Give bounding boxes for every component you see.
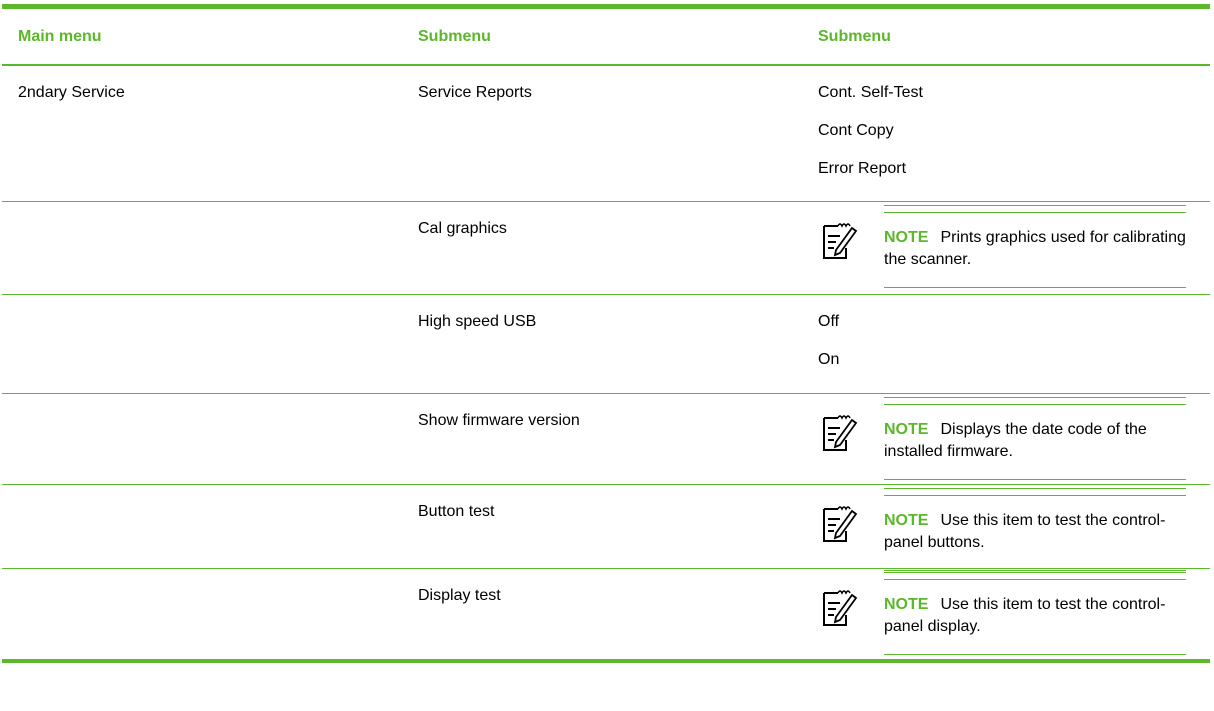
option-item: Cont. Self-Test bbox=[818, 84, 923, 101]
note-label: NOTE bbox=[884, 596, 929, 613]
bottom-rule bbox=[2, 659, 1210, 663]
note-pencil-icon bbox=[823, 415, 858, 451]
main-menu-cell: 2ndary Service bbox=[18, 84, 125, 101]
note-cell: NOTE Use this item to test the control-pa… bbox=[802, 569, 1210, 659]
option-item: Off bbox=[818, 313, 840, 330]
note-label: NOTE bbox=[884, 421, 929, 438]
submenu-cell: Show firmware version bbox=[418, 412, 580, 429]
menu-table: Main menu Submenu Submenu 2ndary Service… bbox=[2, 4, 1210, 663]
main-menu-cell bbox=[2, 485, 402, 568]
header-submenu: Submenu bbox=[418, 27, 491, 45]
note: NOTE Use this item to test the control-pa… bbox=[818, 572, 1210, 655]
header-submenu-2: Submenu bbox=[818, 27, 891, 45]
note-pencil-icon bbox=[823, 590, 858, 626]
table-row: Button test NOTE Use this item to test th… bbox=[2, 485, 1210, 571]
note-text: Prints graphics used for calibrating the… bbox=[884, 229, 1186, 268]
submenu-cell: High speed USB bbox=[418, 313, 537, 330]
main-menu-cell bbox=[2, 295, 402, 393]
note-cell: NOTE Use this item to test the control-pa… bbox=[802, 485, 1210, 571]
submenu-cell: Service Reports bbox=[418, 84, 532, 101]
note-pencil-icon bbox=[823, 223, 858, 259]
note-box: NOTE Use this item to test the control-pa… bbox=[884, 572, 1186, 655]
note: NOTE Use this item to test the control-pa… bbox=[818, 488, 1210, 571]
note-label: NOTE bbox=[884, 229, 929, 246]
table-header: Main menu Submenu Submenu bbox=[2, 9, 1210, 66]
main-menu-cell bbox=[2, 394, 402, 484]
table-row: High speed USB Off On bbox=[2, 295, 1210, 394]
submenu-cell: Cal graphics bbox=[418, 220, 507, 237]
note-pencil-icon bbox=[823, 506, 858, 542]
table-row: Show firmware version NOTE Displays the d… bbox=[2, 394, 1210, 485]
note-box: NOTE Prints graphics used for calibrating… bbox=[884, 205, 1186, 288]
note-box: NOTE Displays the date code of the instal… bbox=[884, 397, 1186, 480]
options-cell: Off On bbox=[802, 295, 1210, 393]
options-cell: Cont. Self-Test Cont Copy Error Report bbox=[802, 66, 1210, 201]
note-cell: NOTE Displays the date code of the instal… bbox=[802, 394, 1210, 484]
table-row: 2ndary Service Service Reports Cont. Sel… bbox=[2, 66, 1210, 202]
option-item: Cont Copy bbox=[818, 122, 894, 139]
main-menu-cell bbox=[2, 569, 402, 659]
note-box: NOTE Use this item to test the control-pa… bbox=[884, 488, 1186, 571]
note-label: NOTE bbox=[884, 512, 929, 529]
table-row: Display test NOTE Use this item to test t… bbox=[2, 569, 1210, 659]
option-item: On bbox=[818, 351, 840, 368]
note-cell: NOTE Prints graphics used for calibrating… bbox=[802, 202, 1210, 294]
option-item: Error Report bbox=[818, 160, 907, 177]
submenu-cell: Display test bbox=[418, 587, 501, 604]
header-main-menu: Main menu bbox=[18, 27, 102, 45]
submenu-cell: Button test bbox=[418, 503, 495, 520]
main-menu-cell bbox=[2, 202, 402, 294]
note: NOTE Displays the date code of the instal… bbox=[818, 397, 1210, 480]
table-row: Cal graphics NOTE Prints graphics used fo… bbox=[2, 202, 1210, 295]
note: NOTE Prints graphics used for calibrating… bbox=[818, 205, 1210, 288]
